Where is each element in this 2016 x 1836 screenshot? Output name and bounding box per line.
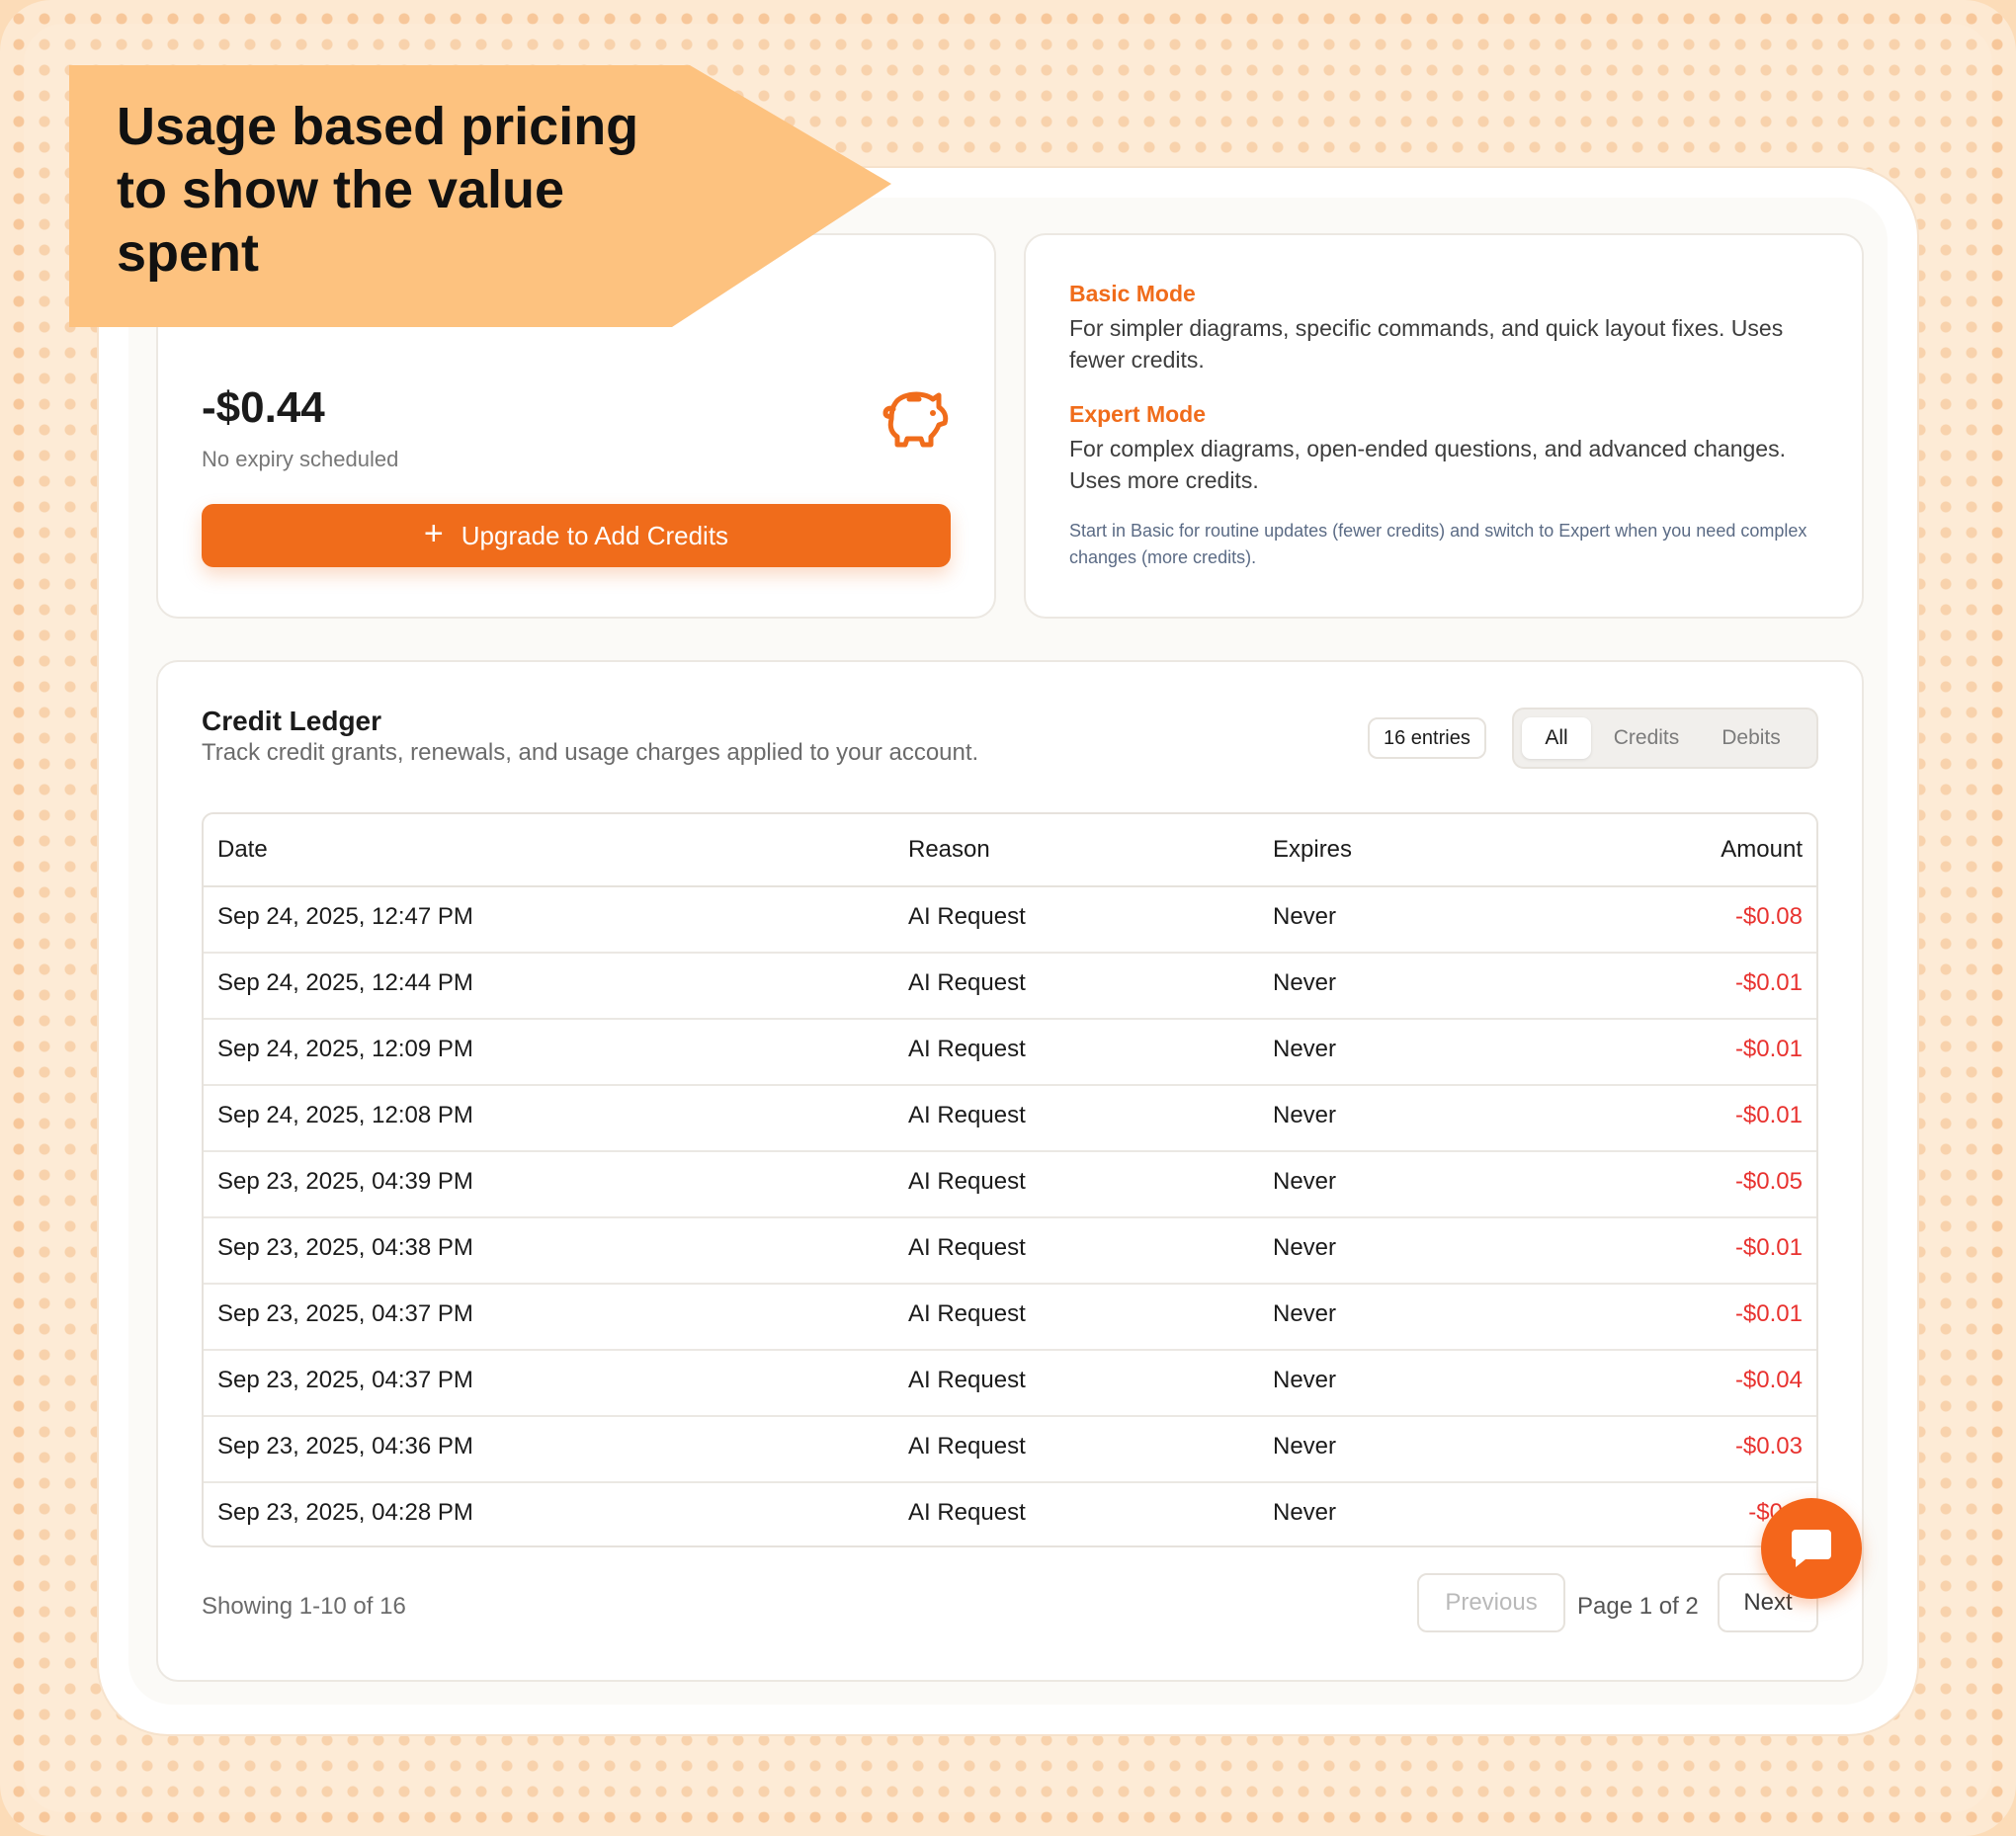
ledger-table: Date Reason Expires Amount Sep 24, 2025,…: [202, 812, 1818, 1547]
mode-info-card: Basic Mode For simpler diagrams, specifi…: [1024, 233, 1864, 619]
cell-amount: -$0.01: [1734, 1102, 1803, 1128]
cell-reason: AI Request: [908, 1433, 1026, 1460]
table-row: Sep 24, 2025, 12:08 PM AI Request Never -$0…: [204, 1084, 1816, 1152]
table-row: Sep 23, 2025, 04:37 PM AI Request Never -$0…: [204, 1349, 1816, 1417]
cell-date: Sep 23, 2025, 04:36 PM: [217, 1433, 473, 1460]
expert-mode-description: For complex diagrams, open-ended questio…: [1069, 436, 1786, 493]
page-indicator: Page 1 of 2: [1577, 1593, 1699, 1620]
table-row: Sep 24, 2025, 12:47 PM AI Request Never -$0…: [204, 885, 1816, 954]
cell-expires: Never: [1273, 1367, 1337, 1393]
cell-reason: AI Request: [908, 1036, 1026, 1062]
cell-amount: -$0.01: [1734, 969, 1803, 996]
cell-amount: -$0.01: [1734, 1036, 1803, 1062]
cell-date: Sep 24, 2025, 12:09 PM: [217, 1036, 473, 1062]
piggy-bank-icon: [882, 391, 949, 448]
cell-expires: Never: [1273, 1102, 1337, 1128]
cell-reason: AI Request: [908, 1234, 1026, 1261]
chat-bubble-icon: [1792, 1530, 1831, 1567]
balance-amount: -$0.44: [202, 383, 325, 432]
cell-reason: AI Request: [908, 1367, 1026, 1393]
column-header-date[interactable]: Date: [217, 836, 268, 864]
cell-date: Sep 24, 2025, 12:44 PM: [217, 969, 473, 996]
cell-expires: Never: [1273, 1433, 1337, 1460]
table-header: Date Reason Expires Amount: [204, 814, 1816, 887]
cell-reason: AI Request: [908, 1102, 1026, 1128]
ledger-filter-group: All Credits Debits: [1512, 708, 1818, 769]
table-row: Sep 24, 2025, 12:09 PM AI Request Never -$0…: [204, 1018, 1816, 1086]
entries-count-badge: 16 entries: [1368, 717, 1486, 759]
filter-tab-debits[interactable]: Debits: [1702, 717, 1801, 759]
expert-mode-title: Expert Mode: [1069, 401, 1207, 427]
cell-amount: -$0.05: [1734, 1168, 1803, 1195]
mode-hint: Start in Basic for routine updates (fewe…: [1069, 521, 1807, 567]
chat-button[interactable]: [1761, 1498, 1862, 1599]
cell-date: Sep 23, 2025, 04:39 PM: [217, 1168, 473, 1195]
cell-expires: Never: [1273, 1036, 1337, 1062]
basic-mode-description: For simpler diagrams, specific commands,…: [1069, 315, 1784, 373]
annotation-banner-text: Usage based pricing to show the value sp…: [117, 97, 639, 283]
ledger-title: Credit Ledger: [202, 706, 382, 736]
credit-ledger-card: Credit Ledger Track credit grants, renew…: [156, 660, 1864, 1682]
previous-page-button[interactable]: Previous: [1417, 1573, 1565, 1632]
cell-amount: -$0.04: [1734, 1367, 1803, 1393]
cell-reason: AI Request: [908, 1499, 1026, 1526]
cell-expires: Never: [1273, 1234, 1337, 1261]
cell-reason: AI Request: [908, 969, 1026, 996]
ledger-subtitle: Track credit grants, renewals, and usage…: [202, 739, 979, 766]
cell-expires: Never: [1273, 1168, 1337, 1195]
cell-date: Sep 23, 2025, 04:28 PM: [217, 1499, 473, 1526]
basic-mode-title: Basic Mode: [1069, 281, 1196, 306]
cell-expires: Never: [1273, 969, 1337, 996]
filter-tab-credits[interactable]: Credits: [1597, 717, 1696, 759]
cell-expires: Never: [1273, 1300, 1337, 1327]
cell-date: Sep 23, 2025, 04:38 PM: [217, 1234, 473, 1261]
cell-reason: AI Request: [908, 1168, 1026, 1195]
cell-reason: AI Request: [908, 903, 1026, 930]
table-row: Sep 23, 2025, 04:37 PM AI Request Never -$0…: [204, 1283, 1816, 1351]
table-row: Sep 23, 2025, 04:36 PM AI Request Never -$0…: [204, 1415, 1816, 1483]
column-header-amount[interactable]: Amount: [1721, 836, 1803, 864]
cell-amount: -$0.08: [1734, 903, 1803, 930]
column-header-expires[interactable]: Expires: [1273, 836, 1352, 864]
cell-amount: -$0.01: [1734, 1300, 1803, 1327]
cell-date: Sep 24, 2025, 12:47 PM: [217, 903, 473, 930]
cell-amount: -$0.01: [1734, 1234, 1803, 1261]
column-header-reason[interactable]: Reason: [908, 836, 990, 864]
cell-date: Sep 24, 2025, 12:08 PM: [217, 1102, 473, 1128]
cell-date: Sep 23, 2025, 04:37 PM: [217, 1367, 473, 1393]
cell-expires: Never: [1273, 1499, 1337, 1526]
expiry-text: No expiry scheduled: [202, 447, 399, 471]
cell-amount: -$0.03: [1734, 1433, 1803, 1460]
plus-icon: +: [423, 515, 444, 552]
cell-expires: Never: [1273, 903, 1337, 930]
filter-tab-all[interactable]: All: [1522, 717, 1591, 759]
showing-count: Showing 1-10 of 16: [202, 1593, 406, 1620]
cell-date: Sep 23, 2025, 04:37 PM: [217, 1300, 473, 1327]
upgrade-credits-button[interactable]: + Upgrade to Add Credits: [202, 504, 951, 567]
table-row: Sep 23, 2025, 04:28 PMAI RequestNever-$0…: [204, 1481, 1816, 1545]
table-row: Sep 24, 2025, 12:44 PM AI Request Never -$0…: [204, 952, 1816, 1020]
table-row: Sep 23, 2025, 04:39 PM AI Request Never -$0…: [204, 1150, 1816, 1218]
table-row: Sep 23, 2025, 04:38 PM AI Request Never -$0…: [204, 1216, 1816, 1285]
upgrade-button-label: Upgrade to Add Credits: [461, 520, 729, 550]
cell-reason: AI Request: [908, 1300, 1026, 1327]
